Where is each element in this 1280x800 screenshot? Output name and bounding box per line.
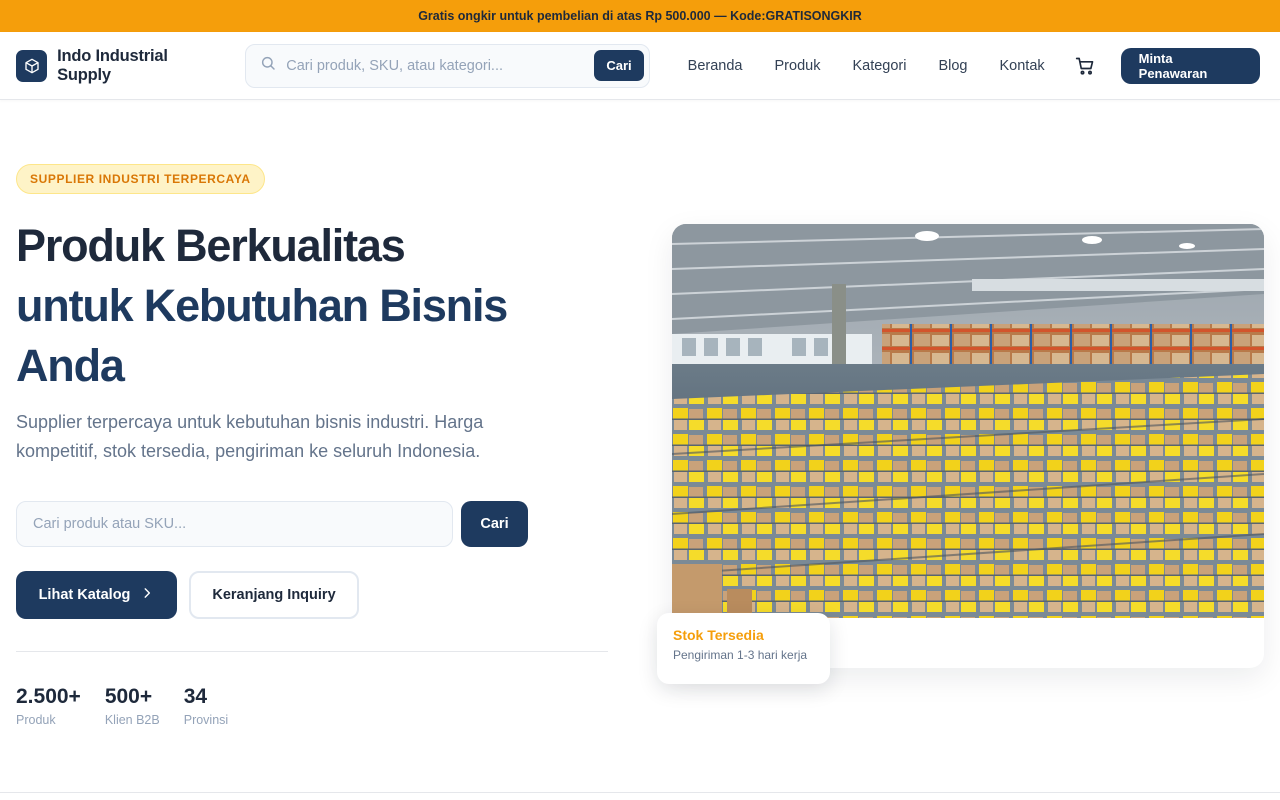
view-catalog-button[interactable]: Lihat Katalog: [16, 571, 177, 619]
hero-title-line1: Produk Berkualitas: [16, 220, 406, 271]
promo-code: GRATISONGKIR: [765, 9, 862, 23]
stat-label: Provinsi: [183, 713, 229, 727]
warehouse-image-card: [672, 224, 1264, 668]
nav-produk[interactable]: Produk: [775, 58, 821, 74]
nav-beranda[interactable]: Beranda: [688, 58, 743, 74]
hero-subtitle: Supplier terpercaya untuk kebutuhan bisn…: [16, 412, 484, 461]
cart-icon[interactable]: [1075, 56, 1095, 76]
hero-title-accent: untuk Kebutuhan Bisnis Anda: [16, 280, 508, 391]
hero-section: SUPPLIER INDUSTRI TERPERCAYA Produk Berk…: [0, 100, 1280, 800]
hero-search-button[interactable]: Cari: [461, 501, 528, 547]
brand-name: Indo Industrial Supply: [57, 46, 168, 84]
view-catalog-label: Lihat Katalog: [38, 587, 131, 603]
promo-bar: Gratis ongkir untuk pembelian di atas Rp…: [0, 0, 1280, 32]
stock-card: Stok Tersedia Pengiriman 1-3 hari kerja: [657, 613, 830, 684]
stat-value: 2.500+: [16, 685, 81, 708]
chevron-right-icon: [140, 586, 154, 604]
brand-logo[interactable]: Indo Industrial Supply: [16, 47, 221, 85]
section-divider: [0, 792, 1280, 793]
request-quote-button[interactable]: Minta Penawaran: [1120, 47, 1261, 84]
site-header: Indo Industrial Supply Cari produk, SKU,…: [0, 32, 1280, 100]
nav-blog[interactable]: Blog: [938, 58, 967, 74]
box-icon: [16, 49, 48, 82]
hero-title: Produk Berkualitas untuk Kebutuhan Bisni…: [16, 216, 576, 396]
stock-subtitle: Pengiriman 1-3 hari kerja: [673, 648, 808, 662]
stock-title: Stok Tersedia: [673, 627, 764, 643]
hero-badge: SUPPLIER INDUSTRI TERPERCAYA: [16, 164, 265, 194]
inquiry-cart-button[interactable]: Keranjang Inquiry: [189, 571, 359, 619]
promo-text: Gratis ongkir untuk pembelian di atas Rp…: [418, 9, 766, 23]
hero-search-input[interactable]: Cari produk atau SKU...: [16, 501, 453, 547]
header-search-input[interactable]: Cari produk, SKU, atau kategori...: [286, 58, 594, 74]
header-search-button[interactable]: Cari: [594, 50, 644, 81]
stat-products: 2.500+ Produk: [16, 685, 81, 727]
stats-divider: [16, 651, 608, 652]
nav-kategori[interactable]: Kategori: [852, 58, 906, 74]
stat-label: Produk: [16, 713, 56, 727]
main-nav: Beranda Produk Kategori Blog Kontak: [688, 58, 1075, 74]
stat-label: Klien B2B: [104, 713, 160, 727]
header-search[interactable]: Cari produk, SKU, atau kategori... Cari: [245, 43, 650, 88]
stat-provinces: 34 Provinsi: [184, 685, 228, 727]
stat-clients: 500+ Klien B2B: [105, 685, 160, 727]
stats-row: 2.500+ Produk 500+ Klien B2B 34 Provinsi: [16, 685, 228, 727]
search-icon: [260, 55, 276, 76]
stat-value: 34: [183, 685, 208, 708]
warehouse-image: [672, 224, 1264, 618]
nav-kontak[interactable]: Kontak: [1000, 58, 1045, 74]
stat-value: 500+: [104, 685, 153, 708]
